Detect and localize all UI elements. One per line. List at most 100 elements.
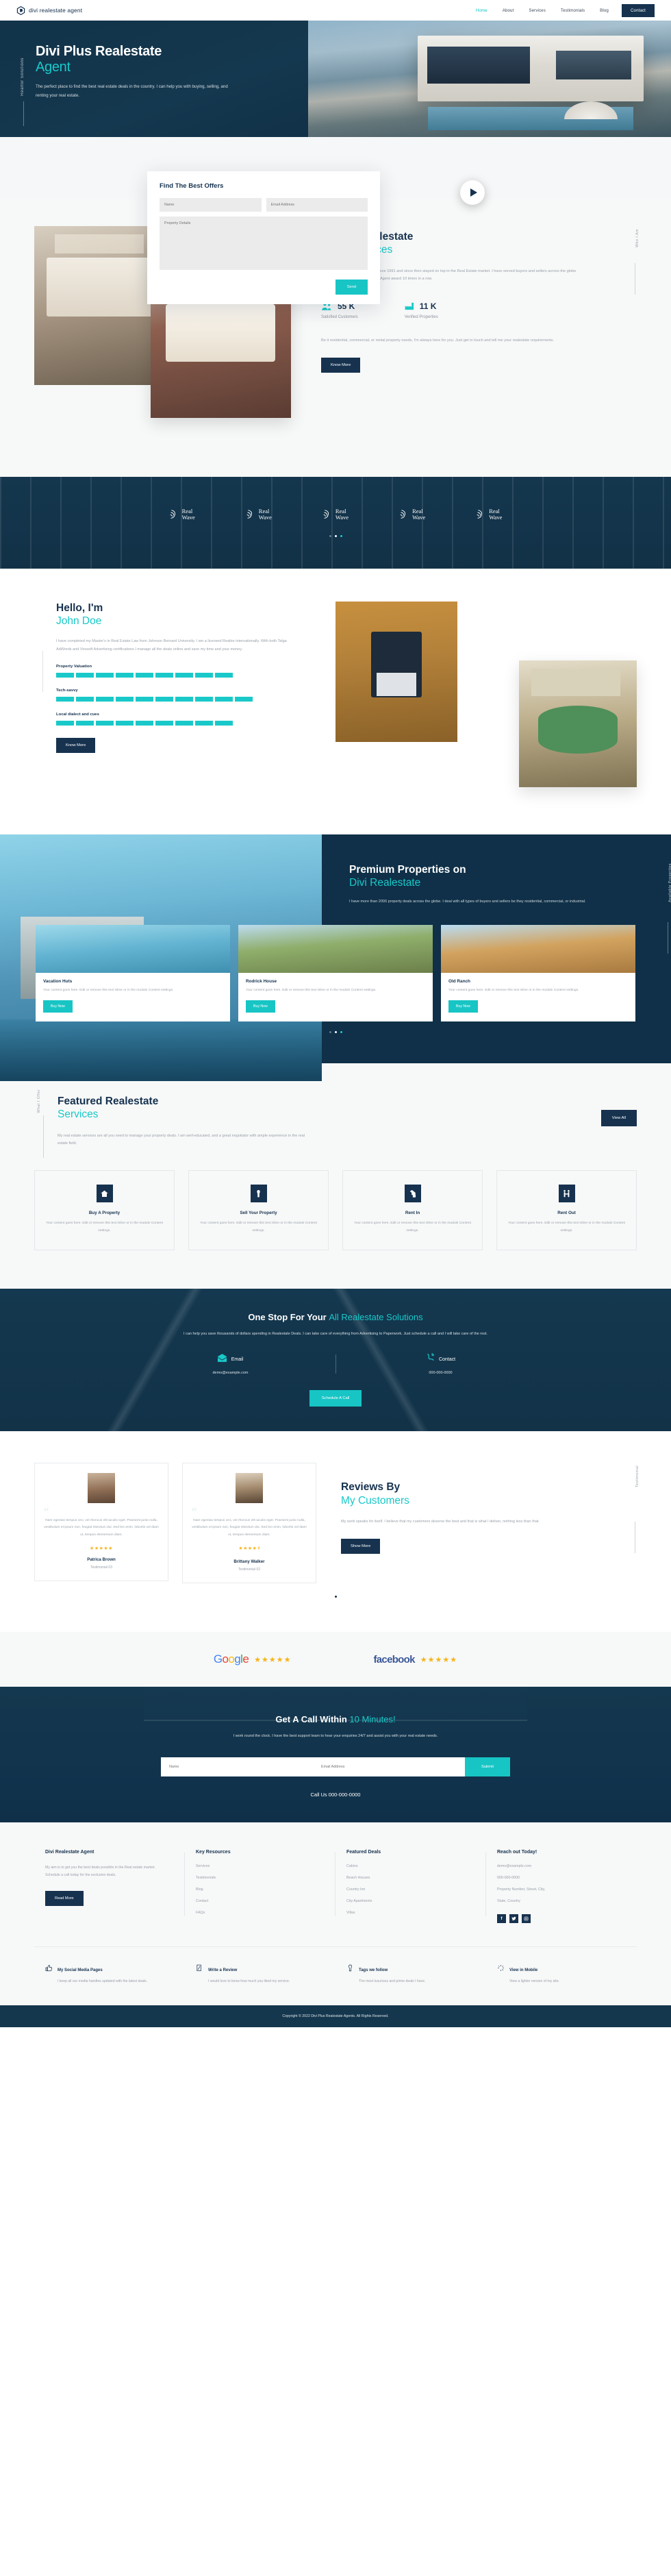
service-card-sell-your-property[interactable]: Sell Your Property Your content goes her…	[188, 1170, 329, 1250]
footer-bottom-item-tags[interactable]: Tags we follow The most luxurious and pr…	[336, 1962, 486, 1985]
show-more-button[interactable]: Show More	[341, 1538, 381, 1554]
property-title: Rodrick House	[246, 979, 277, 984]
nav-contact-button[interactable]: Contact	[621, 3, 655, 17]
contact-head: Contact	[355, 1353, 527, 1365]
get-a-call-section: Get A Call Within 10 Minutes! I work rou…	[0, 1687, 671, 1822]
property-card[interactable]: Old Ranch Your content goes here. Edit o…	[441, 925, 635, 1021]
carousel-dot[interactable]	[329, 535, 331, 538]
footer-link[interactable]: Blog	[196, 1887, 325, 1892]
footer-col-title: Featured Deals	[346, 1849, 381, 1855]
footer-bottom-item-social[interactable]: My Social Media Pages I keep all our med…	[34, 1962, 185, 1985]
footer-link[interactable]: Villas	[346, 1911, 475, 1915]
featured-vertical-rule	[43, 1115, 44, 1158]
service-card-buy-a-property[interactable]: Buy A Property Your content goes here. E…	[34, 1170, 175, 1250]
about-title: Hello, I'm John Doe	[56, 602, 308, 628]
divi-logo-icon	[16, 5, 25, 15]
carousel-dot[interactable]	[334, 1030, 337, 1033]
footer-col-title: Reach out Today!	[497, 1849, 537, 1855]
gc-email-input[interactable]	[312, 1757, 465, 1776]
carousel-dot-active[interactable]	[340, 1030, 342, 1033]
twitter-icon[interactable]	[509, 1914, 518, 1923]
footer-bottom-row: My Social Media Pages I keep all our med…	[34, 1946, 637, 2006]
property-image	[441, 925, 635, 974]
property-card[interactable]: Vacation Huts Your content goes here. Ed…	[36, 925, 230, 1021]
buy-now-button[interactable]: Buy Now	[43, 1000, 73, 1013]
hero-title: Divi Plus Realestate Agent	[36, 44, 288, 75]
rating-stars: ★★★★★	[90, 1546, 113, 1552]
footer-bottom-title: My Social Media Pages	[58, 1968, 103, 1972]
loading-icon	[497, 1963, 505, 1975]
reviews-title-line2: My Customers	[341, 1494, 409, 1507]
hero-umbrella-image	[564, 101, 618, 119]
carousel-dot-active[interactable]	[340, 535, 342, 538]
footer-link[interactable]: Beach Houses	[346, 1876, 475, 1880]
footer-link[interactable]: Cabins	[346, 1864, 475, 1868]
footer-link[interactable]: City Apartments	[346, 1899, 475, 1903]
nav-item-home[interactable]: Home	[468, 8, 495, 13]
footer-bottom-title: Write a Review	[208, 1968, 238, 1972]
about-title-line1: Hello, I'm	[56, 602, 103, 614]
name-input[interactable]	[160, 198, 262, 212]
rating-stars: ★★★★⯨	[238, 1546, 260, 1552]
brand-logo[interactable]: divi realestate agent	[16, 5, 82, 15]
schedule-a-call-button[interactable]: Schedule A Call	[309, 1390, 362, 1407]
get-a-call-form: Submit	[161, 1757, 511, 1776]
email-head: Email	[145, 1353, 316, 1365]
email-value[interactable]: demo@example.com	[145, 1371, 316, 1375]
logo-line2: Wave	[258, 513, 272, 521]
carousel-dot-active[interactable]	[334, 1596, 337, 1598]
hero-house-image	[418, 36, 644, 101]
submit-button[interactable]: Submit	[464, 1757, 511, 1776]
reviews-carousel-dots	[34, 1596, 637, 1598]
find-offers-title: Find The Best Offers	[160, 182, 224, 190]
nav-item-blog[interactable]: Blog	[592, 8, 616, 13]
carousel-dot[interactable]	[329, 1030, 331, 1033]
property-details-textarea[interactable]	[160, 216, 368, 270]
footer-link[interactable]: FAQs	[196, 1911, 325, 1915]
send-button[interactable]: Send	[335, 280, 368, 295]
footer-link[interactable]: Services	[196, 1864, 325, 1868]
premium-properties-section: Available Properties Premium Properties …	[0, 834, 671, 1081]
footer-link[interactable]: Contact	[196, 1899, 325, 1903]
service-card-rent-out[interactable]: Rent Out Your content goes here. Edit or…	[496, 1170, 637, 1250]
reviews-vertical-label: Testimonial	[635, 1465, 640, 1488]
footer-address-line1: Property Number, Street, City,	[497, 1887, 546, 1892]
property-card-body: Old Ranch Your content goes here. Edit o…	[441, 973, 635, 1021]
footer-email[interactable]: demo@example.com	[497, 1864, 626, 1868]
footer-link[interactable]: Testimonials	[196, 1876, 325, 1880]
footer-phone[interactable]: 000-000-0000	[497, 1876, 626, 1880]
footer-read-more-button[interactable]: Read More	[45, 1891, 84, 1907]
nav-item-testimonials[interactable]: Testimonials	[553, 8, 592, 13]
buy-now-button[interactable]: Buy Now	[246, 1000, 275, 1013]
play-video-button[interactable]	[460, 180, 485, 205]
property-card[interactable]: Rodrick House Your content goes here. Ed…	[238, 925, 433, 1021]
carousel-dot[interactable]	[334, 535, 337, 538]
view-all-button[interactable]: View All	[600, 1109, 637, 1126]
facebook-stars: ★★★★★	[420, 1655, 458, 1664]
nav-item-services[interactable]: Services	[521, 8, 553, 13]
instagram-icon[interactable]	[522, 1914, 531, 1923]
service-title: Buy A Property	[88, 1211, 121, 1216]
footer-bottom-item-mobile[interactable]: View in Mobile View a lighter version of…	[486, 1962, 637, 1985]
nav-item-about[interactable]: About	[495, 8, 522, 13]
facebook-rating: facebook ★★★★★	[373, 1654, 457, 1665]
buy-now-button[interactable]: Buy Now	[448, 1000, 478, 1013]
property-text: Your content goes here. Edit or remove t…	[448, 989, 579, 993]
about-know-more-button[interactable]: Know More	[56, 738, 96, 754]
footer-bottom-item-review[interactable]: Write a Review I would love to know how …	[185, 1962, 336, 1985]
footer-link[interactable]: Country Inn	[346, 1887, 475, 1892]
copyright-bar: Copyright © 2022 Divi Plus Realestate Ag…	[0, 2005, 671, 2028]
hero-title-line2: Agent	[36, 60, 71, 75]
review-card: “ Nam egestas tempus orci, vel rhoncus e…	[182, 1463, 316, 1584]
email-input[interactable]	[266, 198, 368, 212]
gc-name-input[interactable]	[161, 1757, 313, 1776]
one-stop-title-accent: All Realestate Solutions	[329, 1311, 423, 1322]
service-card-rent-in[interactable]: Rent In Your content goes here. Edit or …	[342, 1170, 483, 1250]
skill-label: Tech-savvy	[56, 689, 78, 693]
footer-links-list: Services Testimonials Blog Contact FAQs	[196, 1864, 325, 1915]
contact-value[interactable]: 000-000-0000	[355, 1371, 527, 1375]
skill-bars	[56, 721, 308, 726]
premium-title-line2: Divi Realestate	[349, 877, 421, 889]
facebook-icon[interactable]: f	[497, 1914, 506, 1923]
quality-know-more-button[interactable]: Know More	[321, 357, 361, 373]
